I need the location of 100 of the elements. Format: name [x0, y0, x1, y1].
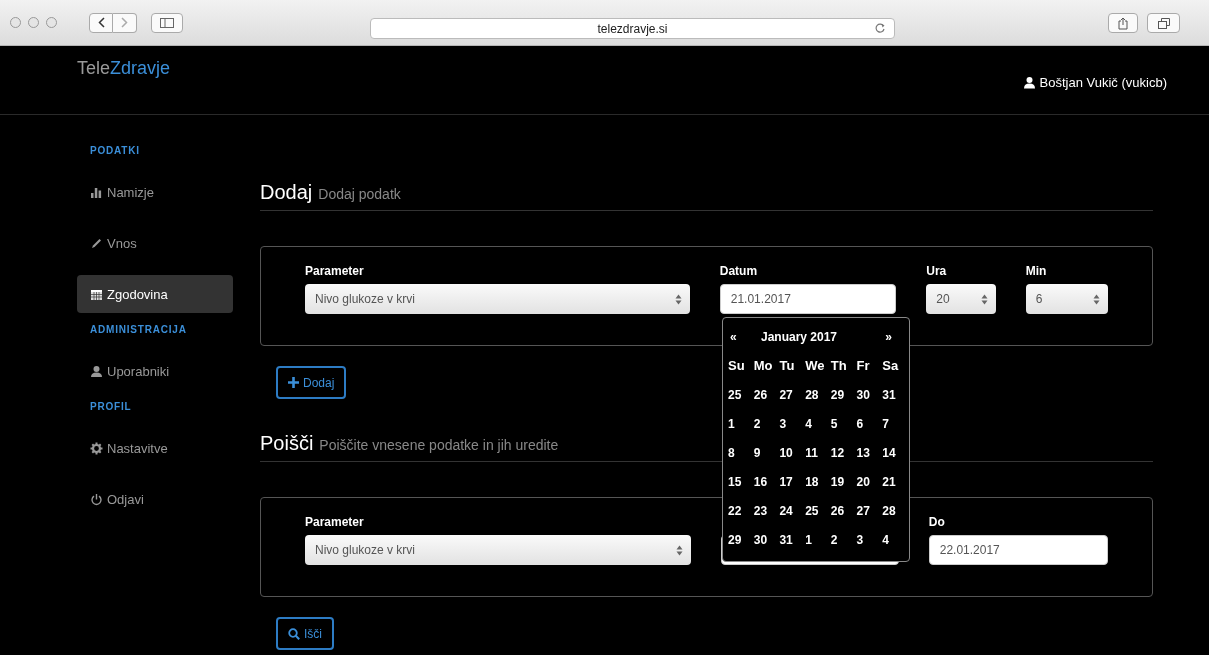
user-menu[interactable]: Boštjan Vukič (vukicb) — [1022, 74, 1167, 90]
sidebar-button[interactable] — [151, 12, 183, 33]
share-icon — [1118, 16, 1128, 30]
calendar-day[interactable]: 1 — [726, 416, 737, 431]
select-field[interactable]: 20 — [926, 284, 996, 314]
search-button[interactable]: Išči — [276, 617, 334, 650]
calendar-icon — [90, 287, 103, 301]
calendar-day[interactable]: 11 — [803, 445, 820, 460]
back-icon — [97, 17, 105, 28]
calendar-day[interactable]: 6 — [854, 416, 866, 431]
weekday-label: Tu — [778, 358, 796, 373]
calendar-day[interactable]: 29 — [828, 387, 847, 402]
calendar-day[interactable]: 2 — [828, 532, 840, 547]
section-title: Dodaj — [260, 181, 313, 204]
calendar-day[interactable]: 4 — [880, 532, 891, 547]
section-subtitle: Dodaj podatk — [318, 186, 401, 202]
date-field[interactable]: 21.01.2017 — [719, 284, 897, 314]
field-label: Min — [1025, 264, 1047, 278]
calendar-day[interactable]: 4 — [803, 416, 814, 431]
weekday-label: We — [804, 358, 826, 373]
sidebar-icon — [160, 17, 174, 28]
calendar-day[interactable]: 7 — [880, 416, 891, 431]
calendar-day[interactable]: 3 — [854, 532, 866, 547]
calendar-day[interactable]: 9 — [751, 445, 763, 460]
share-button[interactable] — [1108, 13, 1138, 33]
add-button[interactable]: Dodaj — [276, 366, 347, 399]
user-icon — [1022, 75, 1036, 89]
sidebar-item[interactable]: Uporabniki — [77, 352, 233, 390]
date-field[interactable]: 22.01.2017 — [928, 535, 1108, 565]
calendar-day[interactable]: 2 — [751, 416, 763, 431]
weekday-label: Th — [829, 358, 848, 373]
forward-button[interactable] — [113, 12, 137, 33]
calendar-day[interactable]: 16 — [751, 474, 770, 489]
sidebar-item[interactable]: Vnos — [77, 224, 233, 262]
calendar-day[interactable]: 27 — [777, 387, 795, 402]
sidebar-item[interactable]: Zgodovina — [77, 275, 233, 313]
address-bar[interactable]: telezdravje.si — [370, 18, 895, 39]
calendar-day[interactable]: 10 — [777, 445, 795, 460]
calendar-day[interactable]: 21 — [880, 474, 898, 489]
weekday-label: Mo — [752, 358, 774, 373]
calendar-day[interactable]: 31 — [777, 532, 795, 547]
calendar-day[interactable]: 14 — [880, 445, 898, 460]
power-icon — [90, 492, 103, 506]
calendar-day[interactable]: 31 — [880, 387, 898, 402]
select-field[interactable]: Nivo glukoze v krvi — [305, 535, 692, 565]
select-arrows-icon — [674, 293, 682, 305]
calendar-day[interactable]: 23 — [751, 503, 770, 518]
section-subtitle: Poiščite vnesene podatke in jih uredite — [319, 437, 559, 453]
section-title: Poišči — [260, 432, 314, 455]
calendar-day[interactable]: 26 — [828, 503, 847, 518]
calendar-day[interactable]: 24 — [777, 503, 795, 518]
select-arrows-icon — [676, 544, 684, 556]
reload-icon[interactable] — [874, 22, 886, 34]
previous-month-button[interactable]: « — [728, 329, 739, 344]
calendar-day[interactable]: 30 — [751, 532, 770, 547]
calendar-day[interactable]: 19 — [828, 474, 847, 489]
weekday-label: Fr — [855, 358, 871, 373]
calendar-day[interactable]: 27 — [854, 503, 872, 518]
calendar-day[interactable]: 8 — [726, 445, 737, 460]
pencil-icon — [90, 236, 103, 250]
calendar-day[interactable]: 22 — [726, 503, 744, 518]
field-label: Parameter — [305, 515, 364, 529]
weekday-label: Su — [727, 358, 746, 373]
select-field[interactable]: 6 — [1025, 284, 1108, 314]
tabs-icon — [1157, 17, 1170, 29]
field-label: Do — [928, 515, 945, 529]
sidebar-item[interactable]: Namizje — [77, 173, 233, 211]
search-icon — [288, 627, 300, 640]
calendar-day[interactable]: 3 — [777, 416, 789, 431]
calendar-day[interactable]: 20 — [854, 474, 872, 489]
sidebar-item[interactable]: Odjavi — [77, 480, 233, 518]
section-heading: PODATKI — [90, 145, 140, 157]
calendar-day[interactable]: 17 — [777, 474, 795, 489]
sidebar-item[interactable]: Nastavitve — [77, 429, 233, 467]
calendar-day[interactable]: 15 — [726, 474, 744, 489]
select-arrows-icon — [980, 293, 988, 305]
gear-icon — [90, 441, 103, 455]
calendar-day[interactable]: 5 — [828, 416, 840, 431]
calendar-day[interactable]: 26 — [751, 387, 770, 402]
field-label: Parameter — [305, 264, 364, 278]
calendar-day[interactable]: 12 — [828, 445, 847, 460]
next-month-button[interactable]: » — [883, 329, 894, 344]
calendar-day[interactable]: 29 — [726, 532, 744, 547]
calendar-day[interactable]: 28 — [803, 387, 821, 402]
select-arrows-icon — [1093, 293, 1100, 305]
forward-icon — [121, 17, 128, 28]
calendar-day[interactable]: 25 — [803, 503, 821, 518]
calendar-day[interactable]: 1 — [803, 532, 814, 547]
brand-logo[interactable]: TeleZdravje — [77, 58, 171, 80]
calendar-day[interactable]: 30 — [854, 387, 872, 402]
calendar-day[interactable]: 28 — [880, 503, 898, 518]
calendar-day[interactable]: 18 — [803, 474, 821, 489]
tabs-button[interactable] — [1147, 13, 1180, 33]
month-title: January 2017 — [759, 329, 839, 344]
plus-icon — [288, 377, 299, 388]
calendar-day[interactable]: 13 — [854, 445, 872, 460]
select-field[interactable]: Nivo glukoze v krvi — [305, 284, 690, 314]
back-button[interactable] — [89, 12, 113, 33]
calendar-day[interactable]: 25 — [726, 387, 744, 402]
weekday-label: Sa — [881, 358, 900, 373]
